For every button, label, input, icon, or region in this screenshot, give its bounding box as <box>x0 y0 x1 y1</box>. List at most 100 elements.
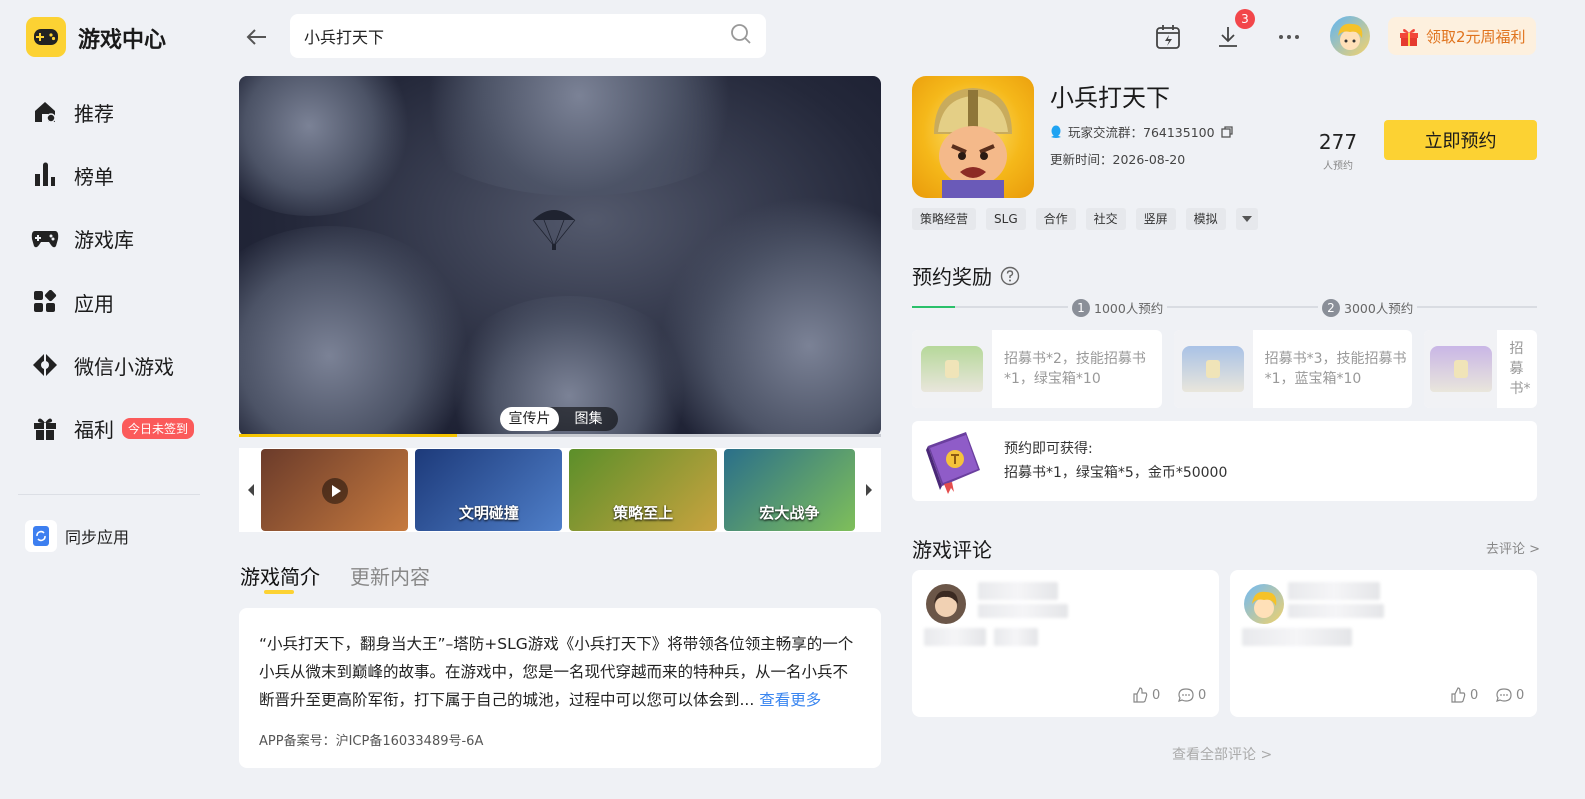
tag[interactable]: 合作 <box>1035 208 1076 230</box>
gift-icon <box>30 413 60 443</box>
game-title: 小兵打天下 <box>1050 84 1170 112</box>
sidebar-item-label: 推荐 <box>74 101 114 126</box>
sidebar-item-label: 榜单 <box>74 164 114 189</box>
thumbs-up-icon <box>1133 687 1148 703</box>
reward-text: 招募书* <box>1509 341 1531 397</box>
thumbnail-3[interactable]: 宏大战争 <box>723 449 856 531</box>
recruit-book-icon <box>918 426 988 496</box>
chart-icon <box>30 160 60 190</box>
milestone-progress <box>912 306 955 308</box>
review-card[interactable]: 0 0 <box>1230 570 1537 717</box>
game-icon <box>912 76 1034 198</box>
more-icon[interactable] <box>1274 22 1304 52</box>
tab-updates[interactable]: 更新内容 <box>350 561 430 590</box>
sidebar-item-library[interactable]: 游戏库 <box>30 218 220 258</box>
comment-button[interactable]: 0 <box>1178 687 1206 703</box>
reward-card-2: 招募书*3，技能招募书*1，蓝宝箱*10 <box>1174 330 1412 408</box>
green-chest-icon <box>912 330 992 408</box>
blue-chest-icon <box>1174 330 1253 408</box>
comment-button[interactable]: 0 <box>1496 687 1524 703</box>
update-time: 更新时间：2026-08-20 <box>1050 152 1186 167</box>
sync-icon <box>25 520 57 552</box>
copy-icon[interactable] <box>1220 125 1233 138</box>
group-label: 玩家交流群：764135100 <box>1068 125 1215 140</box>
sidebar-item-recommend[interactable]: 推荐 <box>30 92 220 132</box>
icp-number: APP备案号：沪ICP备16033489号-6A <box>259 734 484 749</box>
write-review-link[interactable]: 去评论 > <box>1486 538 1540 557</box>
wechat-game-icon <box>30 350 60 380</box>
sign-in-badge: 今日未签到 <box>122 417 195 439</box>
video-progress[interactable] <box>239 434 881 437</box>
qq-icon <box>1050 125 1062 139</box>
tab-intro[interactable]: 游戏简介 <box>240 561 320 590</box>
tab-gallery[interactable]: 图集 <box>559 407 618 431</box>
tag-list: 策略经营 SLG 合作 社交 竖屏 模拟 <box>912 208 1268 230</box>
reward-text: 招募书*3，技能招募书*1，蓝宝箱*10 <box>1264 351 1407 387</box>
sync-apps-button[interactable]: 同步应用 <box>25 520 129 552</box>
milestone-1: 1 1000人预约 <box>1068 298 1168 317</box>
reward-text: 招募书*2，技能招募书*1，绿宝箱*10 <box>1004 351 1146 387</box>
view-all-reviews-link[interactable]: 查看全部评论 > <box>1172 744 1272 764</box>
like-button[interactable]: 0 <box>1132 687 1160 703</box>
back-arrow-icon[interactable] <box>244 24 270 50</box>
rewards-title: 预约奖励 <box>912 265 992 289</box>
weekly-welfare-button[interactable]: 领取2元周福利 <box>1388 17 1536 55</box>
sidebar-item-welfare[interactable]: 福利 今日未签到 <box>30 408 220 448</box>
tab-trailer[interactable]: 宣传片 <box>500 407 559 431</box>
sidebar-item-rank[interactable]: 榜单 <box>30 155 220 195</box>
milestone-2: 2 3000人预约 <box>1318 298 1418 317</box>
gamepad-icon <box>30 223 60 253</box>
expand-tags-icon[interactable] <box>1235 208 1258 230</box>
reserve-button[interactable]: 立即预约 <box>1384 120 1537 160</box>
tag[interactable]: 模拟 <box>1185 208 1226 230</box>
calendar-icon[interactable] <box>1153 22 1183 52</box>
user-avatar[interactable] <box>1330 16 1370 56</box>
gamepad-logo-icon <box>34 29 58 45</box>
tag[interactable]: 社交 <box>1085 208 1126 230</box>
sidebar-item-label: 微信小游戏 <box>74 354 174 379</box>
reviews-title: 游戏评论 <box>912 538 992 562</box>
trailer-video[interactable] <box>239 76 881 436</box>
thumbnail-strip: 文明碰撞 策略至上 宏大战争 <box>239 448 881 532</box>
sidebar-item-label: 福利 <box>74 417 114 442</box>
thumbnail-1[interactable]: 文明碰撞 <box>415 449 563 531</box>
search-icon[interactable] <box>730 23 752 49</box>
sidebar-divider <box>18 494 200 495</box>
red-gift-icon <box>1398 25 1420 47</box>
help-icon[interactable] <box>1000 266 1020 286</box>
search-value: 小兵打天下 <box>304 28 385 47</box>
sidebar-item-apps[interactable]: 应用 <box>30 282 220 322</box>
thumbnail-0[interactable] <box>260 449 409 531</box>
reviewer-avatar <box>1244 584 1284 624</box>
tag[interactable]: 策略经营 <box>912 208 977 230</box>
download-count-badge: 3 <box>1235 9 1255 29</box>
reward-card-3: 招募书* <box>1424 330 1537 408</box>
player-group: 玩家交流群：764135100 <box>1050 122 1233 141</box>
sidebar-item-wechat-games[interactable]: 微信小游戏 <box>30 345 220 385</box>
thumbnail-2[interactable]: 策略至上 <box>569 449 717 531</box>
play-icon <box>321 478 348 504</box>
sync-label: 同步应用 <box>65 528 130 547</box>
parachute-icon <box>532 210 576 250</box>
rewards-header: 预约奖励 <box>912 261 1020 290</box>
milestone-track <box>912 306 1537 308</box>
app-logo <box>26 17 66 57</box>
tag[interactable]: 竖屏 <box>1135 208 1176 230</box>
sidebar-item-label: 游戏库 <box>74 227 134 252</box>
tag[interactable]: SLG <box>986 208 1026 230</box>
next-arrow-icon[interactable] <box>859 484 873 496</box>
preorder-reward: 预约即可获得: 招募书*1，绿宝箱*5，金币*50000 <box>912 421 1537 501</box>
media-toggle[interactable]: 宣传片 图集 <box>500 407 618 431</box>
comment-icon <box>1178 688 1194 702</box>
view-more-link[interactable]: 查看更多 <box>759 691 821 709</box>
preorder-items: 招募书*1，绿宝箱*5，金币*50000 <box>1004 465 1228 481</box>
like-button[interactable]: 0 <box>1450 687 1478 703</box>
app-title: 游戏中心 <box>78 28 167 53</box>
sidebar-item-label: 应用 <box>74 291 114 316</box>
game-description: “小兵打天下，翻身当大王”–塔防+SLG游戏《小兵打天下》将带领各位领主畅享的一… <box>239 608 881 768</box>
search-input[interactable]: 小兵打天下 <box>290 14 766 58</box>
prev-arrow-icon[interactable] <box>247 484 261 496</box>
review-card[interactable]: 0 0 <box>912 570 1219 717</box>
comment-icon <box>1496 688 1512 702</box>
promo-label: 领取2元周福利 <box>1426 27 1526 46</box>
